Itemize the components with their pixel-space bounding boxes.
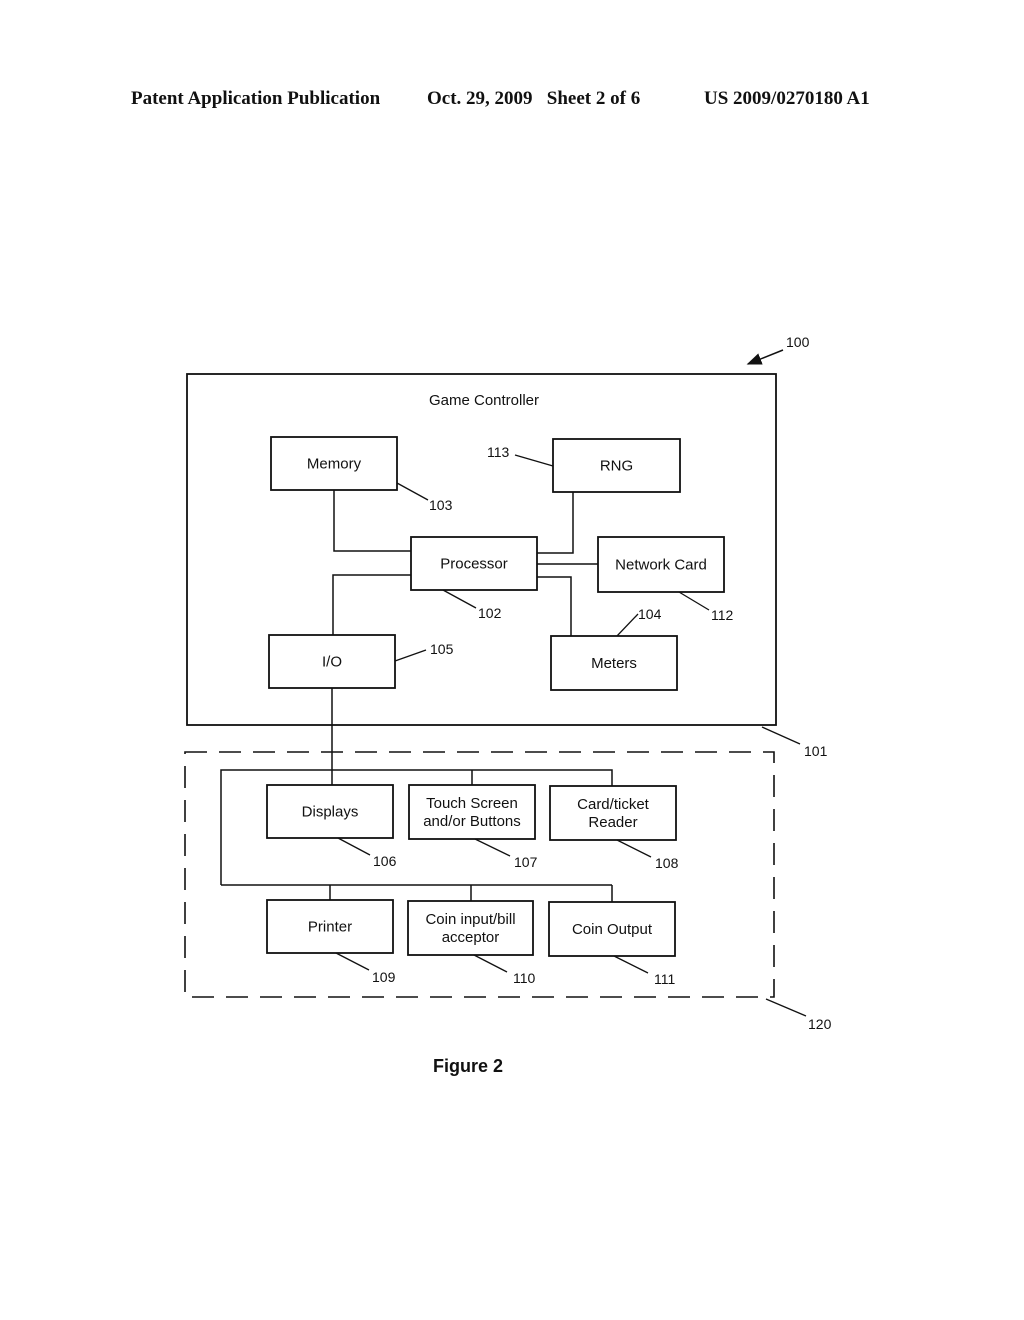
card-reader-label: Reader [588, 814, 637, 831]
touch-screen-ref: 107 [514, 854, 538, 870]
rng-ref: 113 [487, 444, 510, 460]
network-card-leader-line [678, 591, 710, 611]
card-reader-leader-line [616, 839, 652, 858]
network-card-ref: 112 [711, 607, 734, 623]
coin-output-label: Coin Output [572, 921, 653, 938]
processor-leader-line [442, 589, 477, 609]
touch-screen-label: and/or Buttons [423, 813, 521, 830]
printer-label: Printer [308, 919, 352, 936]
displays-ref: 106 [373, 853, 397, 869]
touch-screen-box [408, 784, 536, 840]
card-reader-label: Card/ticket [577, 796, 650, 813]
coin-input-box [407, 900, 534, 956]
block-io: I/O 105 [268, 634, 454, 689]
peripherals-group-box [184, 751, 775, 998]
system-ref-arrow [746, 349, 784, 365]
controller-leader-line [761, 726, 801, 745]
controller-connectors [331, 490, 598, 785]
block-displays: Displays 106 [266, 784, 397, 869]
rng-label: RNG [600, 458, 633, 475]
system-ref: 100 [786, 334, 810, 350]
io-leader-line [394, 649, 427, 662]
controller-ref: 101 [804, 743, 828, 759]
block-card-reader: Card/ticketReader 108 [549, 785, 679, 871]
peripherals-group-ref: 120 [808, 1016, 832, 1032]
io-ref: 105 [430, 641, 454, 657]
block-coin-output: Coin Output 111 [548, 901, 676, 987]
peripheral-connectors [220, 769, 613, 902]
processor-ref: 102 [478, 605, 502, 621]
peripherals-leader-line [765, 998, 807, 1017]
block-network-card: Network Card 112 [597, 536, 734, 623]
card-reader-ref: 108 [655, 855, 679, 871]
card-reader-box [549, 785, 677, 841]
game-controller-title: Game Controller [429, 392, 539, 409]
displays-leader-line [337, 837, 371, 856]
printer-leader-line [335, 952, 370, 971]
coin-input-leader-line [473, 954, 508, 973]
meters-label: Meters [591, 655, 637, 672]
figure-caption: Figure 2 [433, 1056, 503, 1076]
processor-label: Processor [440, 556, 508, 573]
block-touch-screen: Touch Screenand/or Buttons 107 [408, 784, 538, 870]
block-coin-input: Coin input/billacceptor 110 [407, 900, 536, 986]
block-printer: Printer 109 [266, 899, 396, 985]
block-processor: Processor 102 [410, 536, 538, 621]
coin-input-label: acceptor [442, 929, 500, 946]
rng-leader-line [514, 454, 554, 467]
meters-leader-line [616, 613, 639, 637]
touch-screen-label: Touch Screen [426, 795, 518, 812]
io-label: I/O [322, 654, 342, 671]
touch-screen-leader-line [474, 838, 511, 857]
block-memory: Memory 103 [270, 436, 453, 513]
coin-output-ref: 111 [654, 971, 675, 987]
block-meters: Meters 104 [550, 606, 678, 691]
memory-ref: 103 [429, 497, 453, 513]
game-controller-box [186, 373, 777, 726]
coin-input-ref: 110 [513, 970, 536, 986]
meters-ref: 104 [638, 606, 662, 622]
displays-label: Displays [302, 804, 359, 821]
coin-input-label: Coin input/bill [425, 911, 515, 928]
block-diagram: 100 Game Controller 101 120 Memory 103 RNG… [184, 334, 832, 1076]
memory-label: Memory [307, 456, 362, 473]
memory-leader-line [396, 482, 429, 501]
coin-output-leader-line [613, 955, 649, 974]
network-card-label: Network Card [615, 557, 707, 574]
printer-ref: 109 [372, 969, 396, 985]
block-rng: RNG 113 [487, 438, 681, 493]
